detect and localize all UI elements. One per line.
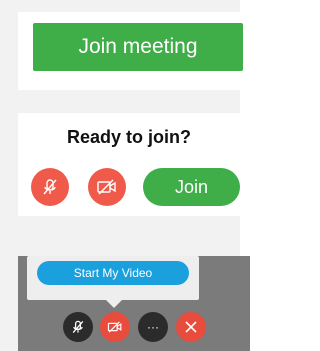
controlbar-video-button[interactable] [100, 312, 130, 342]
tooltip-arrow [106, 300, 122, 308]
ready-to-join-card: Ready to join? Join [18, 113, 250, 216]
join-meeting-card: Join meeting [18, 12, 250, 90]
start-my-video-button[interactable]: Start My Video [37, 261, 189, 285]
close-icon [185, 321, 197, 333]
start-video-tooltip: Start My Video [27, 256, 199, 300]
video-off-icon [107, 321, 122, 333]
mic-off-icon [72, 320, 84, 334]
more-icon: ··· [147, 320, 159, 334]
video-off-button[interactable] [88, 168, 126, 206]
mute-button[interactable] [31, 168, 69, 206]
controlbar-mute-button[interactable] [63, 312, 93, 342]
mic-off-icon [43, 179, 57, 195]
video-off-icon [97, 179, 116, 195]
join-meeting-button[interactable]: Join meeting [33, 23, 243, 71]
controlbar-more-button[interactable]: ··· [138, 312, 168, 342]
controlbar-end-button[interactable] [176, 312, 206, 342]
page: Join meeting Ready to join? Join Start M… [0, 0, 250, 351]
meeting-controls-card: Start My Video ··· [18, 256, 250, 351]
ready-to-join-title: Ready to join? [66, 127, 191, 147]
join-button[interactable]: Join [143, 168, 240, 206]
